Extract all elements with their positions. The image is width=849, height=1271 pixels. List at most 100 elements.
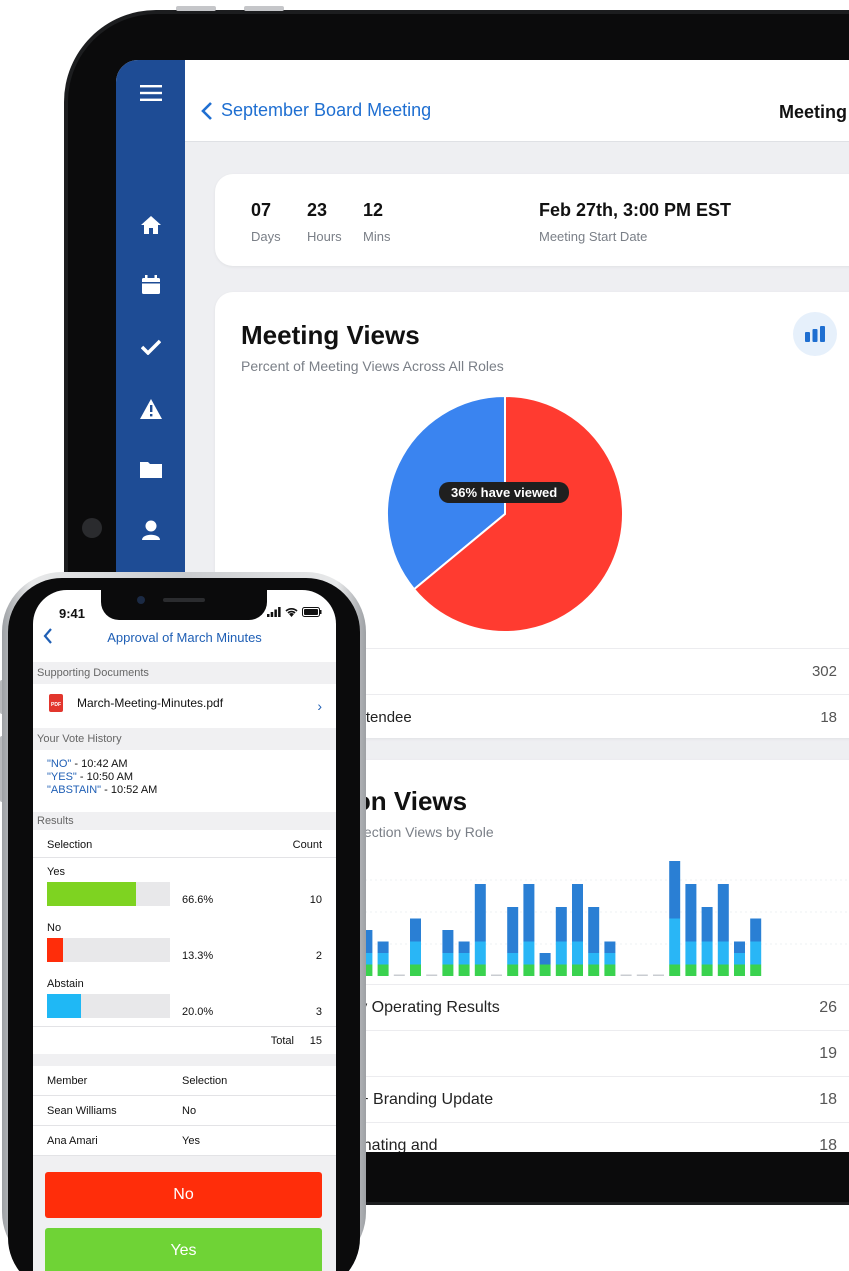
home-icon[interactable] — [136, 210, 166, 240]
chart-bar-segment — [588, 953, 600, 965]
result-bar-track — [47, 994, 170, 1018]
page-title: Meeting — [779, 102, 848, 122]
breadcrumb-label: September Board Meeting — [221, 100, 432, 120]
calendar-icon[interactable] — [136, 270, 166, 300]
chart-bar-segment — [669, 918, 681, 965]
vote-history-entry: "ABSTAIN" - 10:52 AM — [47, 784, 157, 797]
result-label: No — [47, 922, 62, 934]
menu-icon[interactable] — [136, 78, 166, 108]
device-composite: September Board Meeting Meeting 07 Days … — [0, 0, 849, 1271]
folder-icon[interactable] — [136, 454, 166, 484]
result-bar-fill — [47, 882, 136, 906]
result-count: 2 — [315, 950, 322, 962]
chart-bar-segment — [701, 964, 713, 976]
result-count: 10 — [309, 894, 322, 906]
phone-screen: 9:41 Approval of March Minutes Supportin… — [33, 590, 336, 1271]
vote-time: - 10:42 AM — [71, 758, 128, 770]
members-header: Member Selection — [33, 1066, 336, 1096]
vote-yes-button[interactable]: Yes — [45, 1228, 322, 1271]
countdown-card: 07 Days 23 Hours 12 Mins Feb 27th, 3:00 … — [215, 174, 849, 266]
chevron-right-icon: › — [317, 698, 322, 714]
member-selection: No — [182, 1105, 197, 1117]
warning-icon[interactable] — [136, 394, 166, 424]
chart-bar-segment — [555, 964, 567, 976]
stat-row-value: 18 — [820, 709, 837, 726]
chart-bar-segment — [377, 953, 389, 965]
vote-no-button[interactable]: No — [45, 1172, 322, 1218]
result-abstain: Abstain 20.0% 3 — [33, 976, 336, 1030]
document-name: March-Meeting-Minutes.pdf — [77, 696, 224, 710]
section-row-value: 19 — [819, 1045, 837, 1062]
chart-bar-empty — [636, 974, 648, 976]
result-bar-track — [47, 938, 170, 962]
chart-bar-segment — [474, 884, 486, 942]
chart-bar-segment — [750, 964, 762, 976]
chart-bar-segment — [604, 941, 616, 953]
section-spacer — [33, 1054, 336, 1066]
result-percent: 66.6% — [182, 894, 214, 906]
status-time: 9:41 — [59, 606, 86, 621]
chart-bar-segment — [410, 918, 421, 942]
chart-bar-segment — [539, 964, 551, 976]
chart-bar-segment — [572, 964, 583, 976]
vote-history-entry: "YES" - 10:50 AM — [47, 771, 133, 784]
result-label: Yes — [47, 866, 65, 878]
member-row[interactable]: Ana Amari Yes — [33, 1126, 336, 1156]
tablet-top-button — [176, 6, 216, 11]
chart-bar-segment — [410, 941, 421, 965]
back-button[interactable]: September Board Meeting — [201, 100, 431, 121]
chart-bar-segment — [604, 964, 616, 976]
pie-chart — [385, 394, 625, 634]
results-header: Results — [33, 812, 336, 830]
chart-bar-segment — [717, 884, 729, 942]
chart-bar-segment — [442, 953, 454, 965]
pie-svg — [386, 394, 624, 633]
mins-block: 12 Mins — [363, 200, 390, 244]
result-bar-fill — [47, 938, 63, 962]
results-column-header: Selection Count — [33, 830, 336, 858]
meeting-views-title: Meeting Views — [241, 320, 420, 350]
chart-bar-empty — [491, 974, 502, 976]
chart-bar-segment — [588, 907, 600, 953]
tablet-top-button — [244, 6, 284, 11]
signal-icon — [267, 607, 281, 617]
chart-bar-segment — [685, 884, 697, 942]
speaker-grille — [163, 598, 205, 602]
section-row-value: 18 — [819, 1091, 837, 1108]
result-percent: 13.3% — [182, 950, 214, 962]
chevron-left-icon — [201, 101, 212, 120]
chart-bar-segment — [669, 861, 681, 919]
member-name: Sean Williams — [47, 1105, 117, 1117]
chart-bar-segment — [701, 941, 713, 965]
member-row[interactable]: Sean Williams No — [33, 1096, 336, 1126]
chart-bar-segment — [458, 941, 470, 953]
chart-toggle-button[interactable] — [793, 312, 837, 356]
member-name: Ana Amari — [47, 1135, 98, 1147]
chart-bar-segment — [604, 953, 616, 965]
chart-bar-segment — [458, 964, 470, 976]
start-date-value: Feb 27th, 3:00 PM EST — [539, 200, 732, 220]
chart-bar-segment — [717, 941, 729, 965]
chart-bar-segment — [458, 953, 470, 965]
check-icon[interactable] — [136, 332, 166, 362]
chart-bar-segment — [410, 964, 421, 976]
phone-nav-title: Approval of March Minutes — [107, 630, 262, 645]
days-label: Days — [251, 229, 281, 244]
chart-bar-segment — [377, 941, 389, 953]
selection-column: Selection — [47, 839, 93, 851]
hours-value: 23 — [307, 200, 328, 220]
chart-bar-segment — [572, 941, 583, 965]
chart-bar-segment — [588, 964, 600, 976]
chart-bar-segment — [717, 964, 729, 976]
phone-nav-bar: Approval of March Minutes — [33, 624, 336, 650]
chart-bar-segment — [539, 953, 551, 965]
result-percent: 20.0% — [182, 1006, 214, 1018]
hours-label: Hours — [307, 229, 342, 244]
vote-history-entry: "NO" - 10:42 AM — [47, 758, 128, 771]
chart-bar-segment — [734, 964, 745, 976]
chart-bar-segment — [507, 953, 519, 965]
result-yes: Yes 66.6% 10 — [33, 864, 336, 918]
user-icon[interactable] — [136, 515, 166, 545]
chart-bar-segment — [442, 964, 454, 976]
document-row[interactable]: PDF March-Meeting-Minutes.pdf › — [33, 686, 336, 726]
